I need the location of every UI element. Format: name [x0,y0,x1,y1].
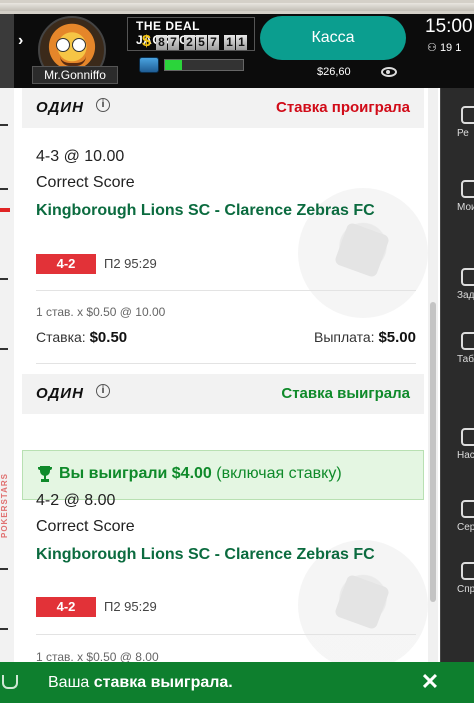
event-link[interactable]: Kingborough Lions SC - Clarence Zebras F… [36,542,406,567]
bet-selection: 4-2 @ 8.00 Correct Score Kingborough Lio… [36,492,406,567]
sidebar-item-challenges[interactable]: Зад [443,268,474,301]
info-icon[interactable]: i [96,98,110,112]
score-badge: 4-2 [36,254,96,274]
service-icon [461,500,474,518]
jackpot-digit: 2 [184,35,195,50]
header-left-edge [0,14,14,88]
deal-jackpot-banner[interactable]: THE DEAL JACKPOT $ 8 7 2 5 7 1 1 [127,17,255,51]
gear-icon [461,428,474,446]
score-badge: 4-2 [36,597,96,617]
bet-header: ОДИН i Ставка выиграла [22,374,424,414]
cup-icon [2,675,18,689]
trophy-icon [38,466,52,482]
match-time: П2 95:29 [104,256,157,271]
sidebar-item-help[interactable]: Спр [443,562,474,595]
jackpot-digit: 7 [168,35,179,50]
selection-market: Correct Score [36,174,135,191]
sidebar-item-services[interactable]: Серв [443,500,474,533]
jackpot-digit: 5 [196,35,207,50]
info-icon[interactable]: i [96,384,110,398]
table-icon [461,332,474,350]
match-time: П2 95:29 [104,599,157,614]
bet-status: Ставка проиграла [276,99,410,116]
stake-row: Ставка: $0.50 [36,329,127,346]
eye-icon[interactable] [381,67,397,77]
sidebar-item-leaderboards[interactable]: Табл лидер [443,332,474,365]
bet-history-panel: ОДИН i Ставка проиграла 4-3 @ 10.00 Corr… [14,88,440,688]
cashier-button[interactable]: Касса [260,16,406,60]
sidebar-item-my-rewards[interactable]: Мои награ [443,180,474,213]
stake-value: $0.50 [89,329,128,346]
notification-message: Ваша ставка выиграла. [48,674,233,691]
players-count: 19 1 [439,42,462,54]
event-link[interactable]: Kingborough Lions SC - Clarence Zebras F… [36,198,406,223]
divider [36,290,416,291]
divider [36,634,416,635]
rewards-icon [461,106,474,124]
sidebar-item-settings[interactable]: Наст [443,428,474,461]
top-bar: › Mr.Gonniffo THE DEAL JACKPOT $ 8 7 2 5… [0,0,474,88]
close-icon[interactable]: ✕ [418,670,442,694]
background-lobby-edge: POKERSTARS [0,88,14,688]
bet-header: ОДИН i Ставка проиграла [22,88,424,128]
help-icon [461,562,474,580]
jackpot-digit: 1 [236,35,247,50]
jackpot-digits: 8 7 2 5 7 1 1 [156,35,247,50]
divider [36,363,416,364]
rewards-progress-bar [164,59,244,71]
winnings-amount: Вы выиграли $4.00 [59,465,212,482]
players-online: ⚇ 19 1 [427,41,461,54]
username-label[interactable]: Mr.Gonniffo [32,66,118,84]
star-icon [461,180,474,198]
bet-type: ОДИН [36,385,84,402]
selection-market: Correct Score [36,518,135,535]
bet-summary: 1 став. x $0.50 @ 10.00 [36,305,166,319]
winnings-text: Вы выиграли $4.00 (включая ставку) [59,465,342,483]
window-title-strip [0,0,474,14]
selection-odds: 4-2 @ 8.00 [36,492,116,509]
payout-row: Выплата: $5.00 [314,329,416,346]
selection-odds: 4-3 @ 10.00 [36,148,125,165]
chevron-right-icon[interactable]: › [18,32,23,50]
scrollbar[interactable] [428,88,438,688]
jackpot-currency: $ [142,33,151,50]
rewards-progress-fill [165,60,183,70]
scrollbar-thumb[interactable] [430,302,436,602]
payout-value: $5.00 [378,329,416,346]
jackpot-digit: 7 [208,35,219,50]
winnings-note: (включая ставку) [216,465,342,482]
brand-watermark: POKERSTARS [0,473,9,538]
balance-value: $26,60 [317,66,351,78]
stake-label: Ставка: [36,329,86,345]
people-icon: ⚇ [427,42,437,54]
clock: 15:00 [425,16,473,37]
treasure-chest-icon[interactable] [139,57,159,73]
bet-won-notification: Ваша ставка выиграла. ✕ [0,662,474,703]
right-sidebar: Ре Мои награ Зад Табл лидер Наст Серв Сп… [440,88,474,688]
payout-label: Выплата: [314,329,375,345]
alarm-icon [461,268,474,286]
sidebar-item-rewards[interactable]: Ре [443,106,474,139]
bet-selection: 4-3 @ 10.00 Correct Score Kingborough Li… [36,148,406,223]
jackpot-digit: 1 [224,35,235,50]
bet-status: Ставка выиграла [281,385,410,402]
jackpot-digit: 8 [156,35,167,50]
bet-type: ОДИН [36,99,84,116]
